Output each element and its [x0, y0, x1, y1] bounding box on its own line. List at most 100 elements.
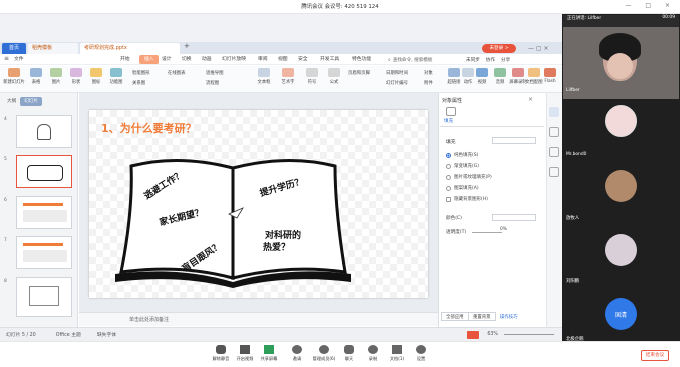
start-video-button[interactable]: 开启视频: [234, 345, 256, 362]
radio-picture[interactable]: 图片或纹理填充(P): [446, 173, 492, 181]
textbox-button[interactable]: 文本框: [252, 68, 276, 85]
mindmap-button[interactable]: 思维导图: [206, 69, 224, 79]
tab-document[interactable]: 考研规划完成.pptx: [80, 43, 180, 54]
avatar[interactable]: [605, 170, 637, 202]
play-slideshow-button[interactable]: [467, 330, 480, 339]
share-button[interactable]: 分享: [501, 57, 510, 63]
search-icon: ⌕: [388, 56, 391, 63]
smart-graphic-button[interactable]: 智能图形: [132, 69, 150, 79]
tab-slides[interactable]: 幻灯片: [20, 97, 42, 106]
search-input[interactable]: 查找命令, 搜索模板: [393, 57, 433, 63]
tab-document-label: 考研规划完成.pptx: [84, 45, 127, 51]
slide-thumbnail-6[interactable]: [16, 196, 72, 229]
avatar[interactable]: 国清: [605, 298, 637, 330]
chat-button[interactable]: 聊天: [338, 345, 360, 362]
transparency-slider[interactable]: [472, 232, 502, 233]
fill-tab[interactable]: 填充: [444, 118, 453, 124]
fill-tab-icon[interactable]: [446, 107, 456, 116]
slide-thumbnail-4[interactable]: [16, 115, 72, 148]
slide-number: 7: [4, 238, 7, 243]
window-controls[interactable]: — □ ×: [625, 2, 676, 9]
new-tab-button[interactable]: +: [184, 42, 190, 50]
wps-window-controls[interactable]: — ▢ ×: [528, 45, 549, 52]
header-footer-button[interactable]: 页眉和页脚: [348, 69, 370, 79]
reset-background-button[interactable]: 重置背景: [468, 312, 496, 321]
relation-chart-button[interactable]: 关系图: [132, 79, 150, 89]
prop-close-icon[interactable]: ×: [528, 96, 533, 103]
object-button[interactable]: 对象: [424, 69, 433, 79]
tab-outline[interactable]: 大纲: [3, 97, 20, 106]
documents-button[interactable]: 文档(1): [386, 345, 408, 362]
format-tool-icon[interactable]: [549, 127, 559, 137]
fill-dropdown[interactable]: [492, 137, 536, 144]
tab-home[interactable]: 首页: [2, 43, 26, 54]
meeting-title: 腾讯会议 会议号: 420 519 124: [301, 4, 379, 10]
record-button[interactable]: 录制: [362, 345, 384, 362]
wordart-icon: [282, 68, 294, 77]
current-slide[interactable]: 1、为什么要考研？ 逃避工作？ 家长期望？ 盲目跟风？ 提升学历？ 对科研的 热…: [89, 110, 428, 298]
avatar[interactable]: [605, 234, 637, 266]
notes-placeholder[interactable]: 单击此处添加备注: [129, 316, 169, 323]
ribbon-tab-design[interactable]: 设计: [162, 55, 172, 64]
slide-thumbnail-5[interactable]: [16, 155, 72, 188]
end-meeting-button[interactable]: 结束会议: [641, 350, 669, 361]
radio-pattern[interactable]: 图案填充(A): [446, 184, 479, 192]
notes-bar[interactable]: 单击此处添加备注: [79, 312, 438, 326]
share-screen-button[interactable]: 共享屏幕: [258, 345, 280, 362]
function-chart-button[interactable]: 功能图: [104, 68, 128, 85]
ribbon-tab-transition[interactable]: 切换: [182, 55, 192, 64]
video-tile-lilfber[interactable]: [563, 27, 679, 99]
checkbox-hide-bg[interactable]: 隐藏背景图形(H): [446, 195, 488, 203]
zoom-slider[interactable]: [504, 334, 554, 335]
layout-tool-icon[interactable]: [549, 167, 559, 177]
tab-template[interactable]: 稻壳模板: [28, 43, 78, 54]
menu-icon[interactable]: ≡: [4, 55, 9, 62]
new-slide-button[interactable]: 新建幻灯片: [2, 68, 26, 85]
ribbon-tab-file[interactable]: 文件: [14, 55, 24, 64]
ribbon-tab-review[interactable]: 审阅: [258, 55, 268, 64]
symbol-button[interactable]: 符号: [300, 68, 324, 85]
attachment-button[interactable]: 附件: [424, 79, 433, 89]
online-chart-button[interactable]: 在线图表: [168, 69, 186, 79]
slide-number-button[interactable]: 幻灯片编号: [386, 79, 408, 89]
ribbon-tab-devtools[interactable]: 开发工具: [320, 55, 339, 64]
formula-button[interactable]: 公式: [322, 68, 346, 85]
color-dropdown[interactable]: [492, 214, 536, 221]
settings-button[interactable]: 设置: [410, 345, 432, 362]
wordart-button[interactable]: 艺术字: [276, 68, 300, 85]
unmute-button[interactable]: 解除静音: [210, 345, 232, 362]
animation-tool-icon[interactable]: [549, 147, 559, 157]
ribbon-tab-animation[interactable]: 动画: [202, 55, 212, 64]
slide-thumbnail-8[interactable]: [16, 277, 72, 317]
slide-thumbnail-7[interactable]: [16, 236, 72, 269]
chart-group: 在线图表: [168, 69, 186, 79]
fill-section-title: 填充: [446, 140, 456, 145]
radio-gradient[interactable]: 渐变填充(G): [446, 162, 479, 170]
transparency-value[interactable]: 0%: [500, 227, 507, 232]
ribbon-tab-security[interactable]: 安全: [298, 55, 308, 64]
apply-all-button[interactable]: 全部应用: [441, 312, 469, 321]
sync-status[interactable]: 未同步: [466, 57, 480, 63]
command-search[interactable]: ⌕ 查找命令, 搜索模板: [388, 55, 432, 64]
avatar[interactable]: [605, 105, 637, 137]
flash-button[interactable]: Flash: [540, 68, 560, 84]
properties-tool-icon[interactable]: [549, 107, 559, 117]
invite-button[interactable]: 邀请: [286, 345, 308, 362]
collab-button[interactable]: 协作: [486, 57, 495, 63]
content-block-mini: [23, 210, 67, 222]
manage-members-button[interactable]: 管理成员(6): [310, 345, 338, 362]
ribbon-tab-slideshow[interactable]: 幻灯片放映: [222, 55, 246, 64]
ribbon-tab-special[interactable]: 特色功能: [352, 55, 371, 64]
ribbon-tab-view[interactable]: 视图: [278, 55, 288, 64]
book-text-love[interactable]: 热爱？: [263, 240, 290, 253]
lightbulb-icon: [37, 124, 51, 140]
ribbon-tab-insert[interactable]: 插入: [139, 55, 159, 64]
radio-solid[interactable]: 纯色填充(S): [446, 151, 478, 159]
missing-font-button[interactable]: 缺失字体: [97, 331, 116, 338]
flowchart-button[interactable]: 流程图: [206, 79, 224, 89]
login-button[interactable]: 未登录 >: [482, 44, 516, 53]
ribbon-tab-start[interactable]: 开始: [120, 55, 130, 64]
date-time-button[interactable]: 日期和时间: [386, 69, 408, 79]
zoom-level[interactable]: 63%: [487, 332, 498, 337]
tips-link[interactable]: 操作技巧: [500, 314, 518, 320]
